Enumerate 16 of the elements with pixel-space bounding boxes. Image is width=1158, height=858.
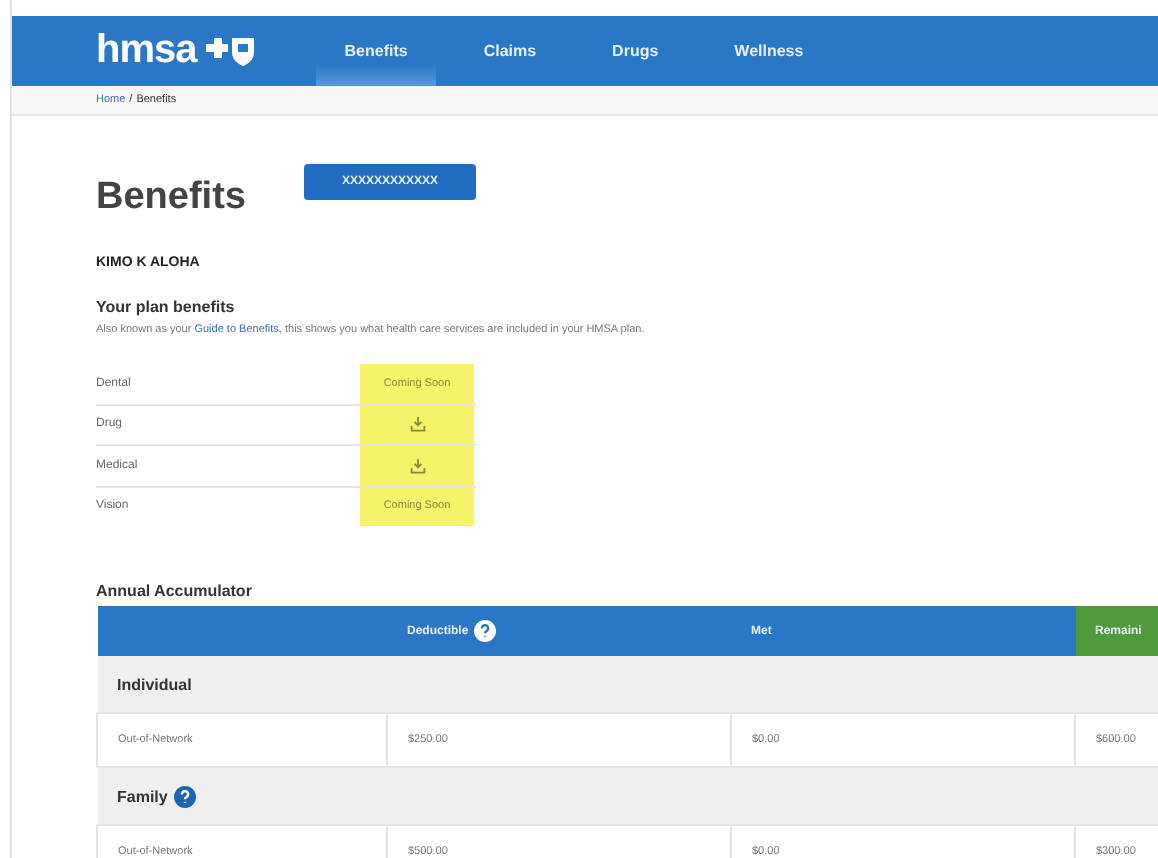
nav-tab[interactable]: Wellness <box>706 16 832 86</box>
download-icon[interactable] <box>409 416 425 433</box>
help-icon[interactable] <box>173 785 196 807</box>
section-heading: Annual Accumulator <box>96 582 254 600</box>
download-cell[interactable] <box>360 405 474 444</box>
download-icon[interactable] <box>409 457 425 474</box>
shield-logo-icon <box>204 35 257 67</box>
help-icon[interactable] <box>474 620 497 642</box>
section-heading: Your plan benefits <box>96 298 237 316</box>
nav-tab[interactable]: Claims <box>455 16 565 86</box>
download-cell[interactable] <box>360 446 474 485</box>
page-title: Benefits <box>96 176 248 220</box>
nav-tab[interactable]: Drugs <box>584 16 687 86</box>
group-name: Family <box>117 787 168 805</box>
logo-text[interactable]: hmsa <box>96 28 197 74</box>
group-name: Individual <box>117 675 192 693</box>
